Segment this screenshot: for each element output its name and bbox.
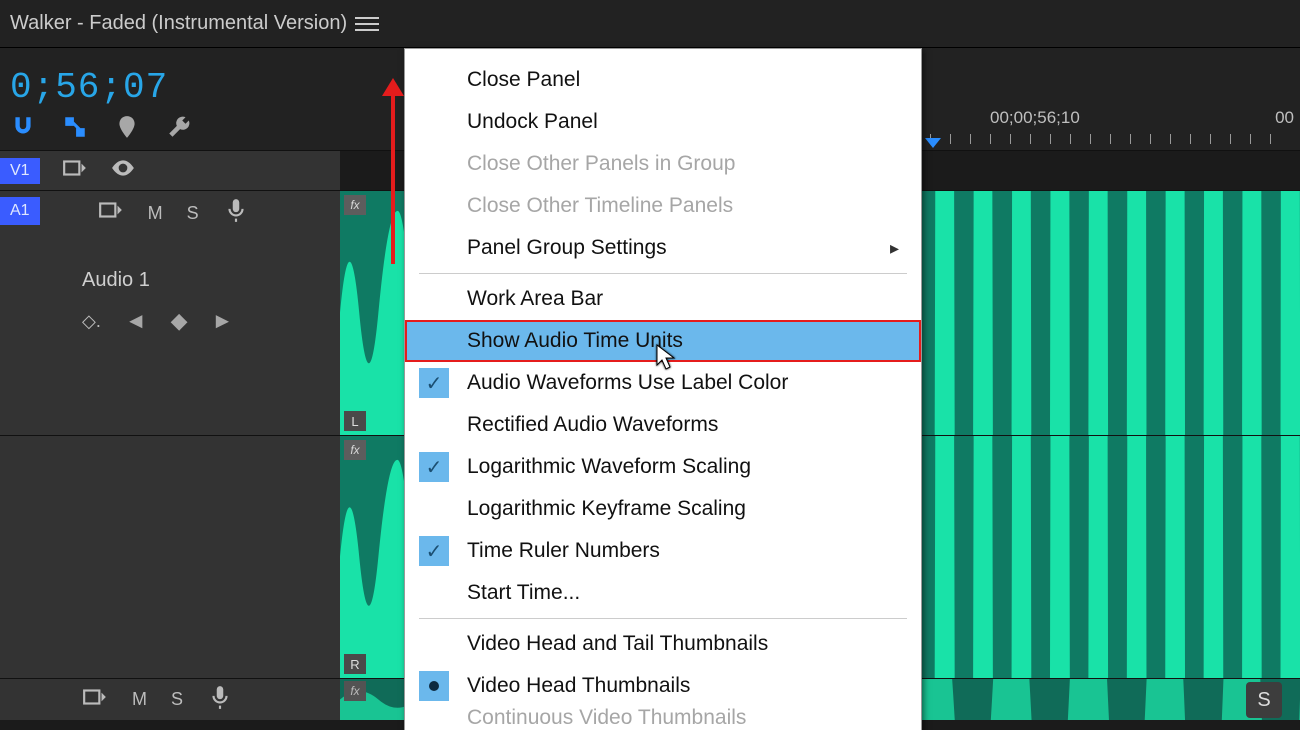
menu-audio-waveforms-label-color[interactable]: ✓Audio Waveforms Use Label Color (405, 362, 921, 404)
track-target-a1[interactable]: A1 (0, 197, 40, 225)
menu-rectified-audio[interactable]: Rectified Audio Waveforms (405, 404, 921, 446)
menu-close-other-group: Close Other Panels in Group (405, 143, 921, 185)
prev-keyframe-icon[interactable]: ◄ (125, 308, 147, 334)
panel-header: Walker - Faded (Instrumental Version) (0, 0, 1300, 48)
checkmark-icon: ✓ (419, 536, 449, 566)
checkmark-icon: ✓ (419, 368, 449, 398)
insert-clip-icon[interactable] (98, 197, 124, 229)
panel-menu-icon[interactable] (355, 12, 379, 36)
menu-show-audio-time-units[interactable]: Show Audio Time Units (405, 320, 921, 362)
mute-button[interactable]: M (132, 689, 147, 710)
next-keyframe-icon[interactable]: ► (212, 308, 234, 334)
menu-start-time[interactable]: Start Time... (405, 572, 921, 614)
linked-selection-icon[interactable] (62, 114, 88, 146)
fx-badge[interactable]: fx (344, 681, 366, 701)
playhead-timecode[interactable]: 0;56;07 (10, 67, 168, 108)
submenu-arrow-icon: ▸ (890, 238, 899, 259)
menu-continuous-video[interactable]: Continuous Video Thumbnails (405, 707, 921, 729)
playhead-icon[interactable] (925, 138, 941, 148)
watermark-logo: S (1246, 682, 1282, 718)
menu-time-ruler-numbers[interactable]: ✓Time Ruler Numbers (405, 530, 921, 572)
ruler-tick-label: 00 (1275, 108, 1294, 128)
marker-icon[interactable] (114, 114, 140, 146)
insert-clip-icon[interactable] (82, 684, 108, 716)
solo-button[interactable]: S (187, 203, 199, 224)
menu-undock-panel[interactable]: Undock Panel (405, 101, 921, 143)
menu-panel-group-settings[interactable]: Panel Group Settings▸ (405, 227, 921, 269)
panel-context-menu: Close Panel Undock Panel Close Other Pan… (404, 48, 922, 730)
fx-badge[interactable]: fx (344, 440, 366, 460)
checkmark-icon: ✓ (419, 452, 449, 482)
menu-log-keyframe[interactable]: Logarithmic Keyframe Scaling (405, 488, 921, 530)
add-keyframe-icon[interactable]: ◆ (171, 308, 188, 334)
channel-badge-right: R (344, 654, 366, 674)
menu-work-area-bar[interactable]: Work Area Bar (405, 278, 921, 320)
time-ruler[interactable]: 00;00;56;10 00 (930, 108, 1300, 144)
insert-clip-icon[interactable] (62, 155, 88, 187)
menu-video-head-tail[interactable]: Video Head and Tail Thumbnails (405, 623, 921, 665)
mute-button[interactable]: M (148, 203, 163, 224)
toggle-output-eye-icon[interactable] (110, 155, 136, 187)
ruler-tick-label: 00;00;56;10 (990, 108, 1080, 128)
panel-title: Walker - Faded (Instrumental Version) (10, 12, 347, 35)
wrench-icon[interactable] (166, 114, 192, 146)
ruler-ticks (930, 134, 1280, 144)
menu-video-head[interactable]: Video Head Thumbnails (405, 665, 921, 707)
snap-icon[interactable] (10, 114, 36, 146)
channel-badge-left: L (344, 411, 366, 431)
menu-close-other-timeline: Close Other Timeline Panels (405, 185, 921, 227)
keyframe-diamond-icon[interactable]: ◇. (82, 311, 101, 332)
radio-dot-icon (419, 671, 449, 701)
menu-log-waveform[interactable]: ✓Logarithmic Waveform Scaling (405, 446, 921, 488)
voice-over-mic-icon[interactable] (207, 684, 233, 716)
menu-close-panel[interactable]: Close Panel (405, 59, 921, 101)
menu-separator (419, 618, 907, 619)
track-label-v1[interactable]: V1 (0, 158, 40, 184)
menu-separator (419, 273, 907, 274)
solo-button[interactable]: S (171, 689, 183, 710)
fx-badge[interactable]: fx (344, 195, 366, 215)
track-name[interactable]: Audio 1 (82, 269, 328, 292)
voice-over-mic-icon[interactable] (223, 197, 249, 229)
